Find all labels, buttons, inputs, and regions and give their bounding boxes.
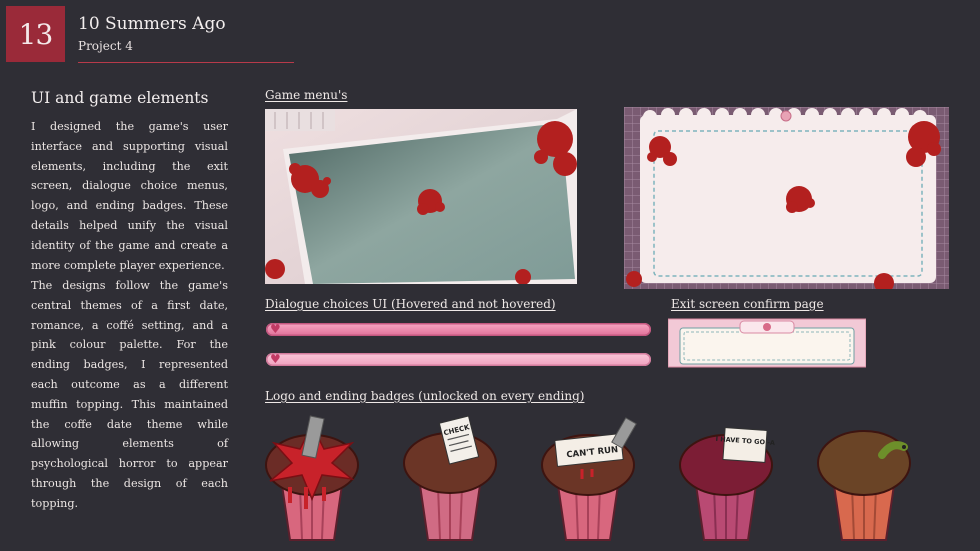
- section-heading: UI and game elements: [31, 89, 209, 107]
- dialogue-choices-label: Dialogue choices UI (Hovered and not hov…: [265, 297, 556, 311]
- game-menus-label: Game menu's: [265, 88, 348, 102]
- badges-label: Logo and ending badges (unlocked on ever…: [265, 389, 585, 403]
- ending-badge-check: CHECK: [398, 415, 502, 545]
- game-menu-screenshot-1: [265, 109, 577, 284]
- ending-badge-knife: [260, 415, 364, 545]
- project-number-badge: 13: [6, 6, 65, 62]
- project-subtitle: Project 4: [78, 39, 133, 53]
- ending-badge-cant-run: CAN'T RUN: [536, 415, 640, 545]
- dialogue-choice-bar-default: ♥: [266, 352, 651, 366]
- heart-icon: ♥: [270, 322, 281, 336]
- exit-screen-label: Exit screen confirm page: [671, 297, 824, 311]
- header-divider: [78, 62, 294, 63]
- intro-paragraph-1: I designed the game's user interface and…: [31, 120, 228, 272]
- dialogue-choice-bar-hovered: ♥: [266, 322, 651, 336]
- intro-paragraph-2: The designs follow the game's central th…: [31, 279, 228, 510]
- exit-screen-preview: [667, 318, 867, 368]
- ending-badge-worm: [812, 415, 916, 545]
- heart-icon: ♥: [270, 352, 281, 366]
- project-title: 10 Summers Ago: [78, 14, 226, 34]
- ending-badge-have-to-go: I HAVE TO GO -A: [674, 415, 778, 545]
- game-menu-screenshot-2: [624, 107, 949, 289]
